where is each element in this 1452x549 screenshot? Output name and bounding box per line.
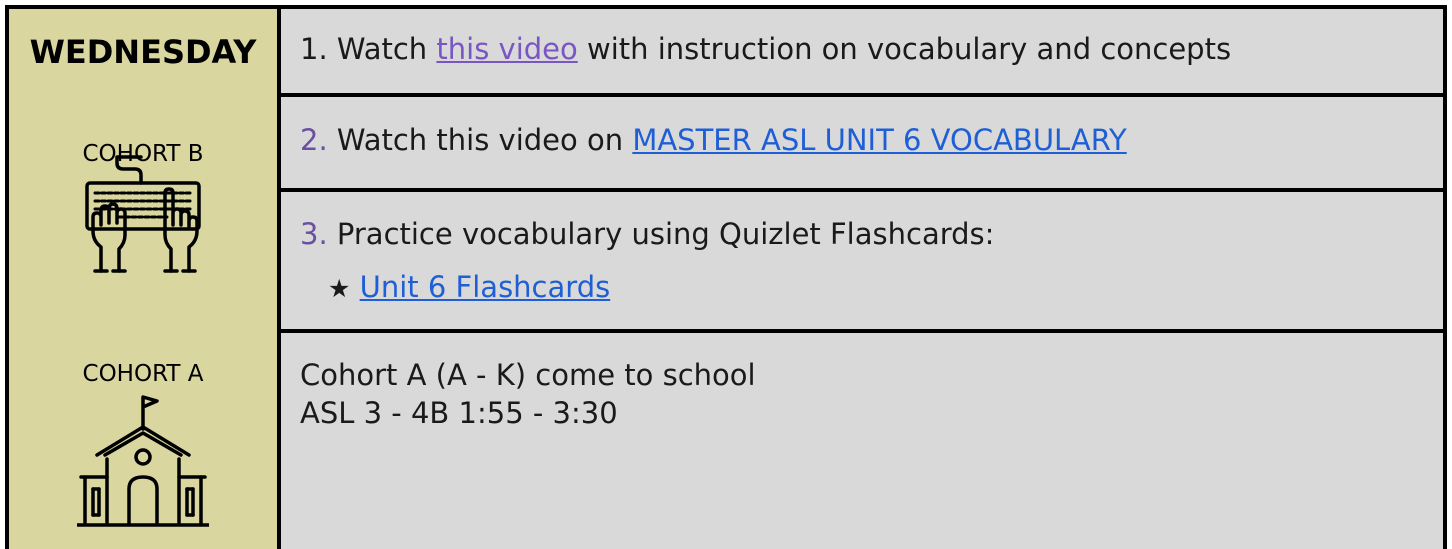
task-1-suffix: with instruction on vocabulary and conce… [586,32,1232,66]
task-3-text: Practice vocabulary using Quizlet Flashc… [336,217,995,251]
task-3-bullet-item: ★ Unit 6 Flashcards [328,270,610,304]
this-video-link[interactable]: this video [436,32,577,66]
day-column: WEDNESDAY COHORT B COHORT A [5,5,281,549]
task-3: 3. Practice vocabulary using Quizlet Fla… [300,217,994,251]
task-2: 2. Watch this video on MASTER ASL UNIT 6… [300,123,1127,157]
task-1-number: 1. [300,32,328,66]
task-1: 1. Watch this video with instruction on … [300,32,1231,66]
cohort-a-line-1: Cohort A (A - K) come to school [300,358,756,392]
unit-6-flashcards-link[interactable]: Unit 6 Flashcards [360,270,611,304]
cohort-a-label: COHORT A [82,361,204,387]
cohort-a-line-2: ASL 3 - 4B 1:55 - 3:30 [300,396,618,430]
task-2-prefix: Watch this video on [336,123,624,157]
task-2-number: 2. [300,123,328,157]
keyboard-hands-icon [85,155,201,273]
task-1-prefix: Watch [336,32,428,66]
day-title: WEDNESDAY [29,33,257,71]
school-building-icon [77,395,209,527]
task-3-number: 3. [300,217,328,251]
task-row-3 [281,192,1443,329]
star-bullet-icon: ★ [328,274,351,303]
master-asl-unit-6-link[interactable]: MASTER ASL UNIT 6 VOCABULARY [632,123,1126,157]
